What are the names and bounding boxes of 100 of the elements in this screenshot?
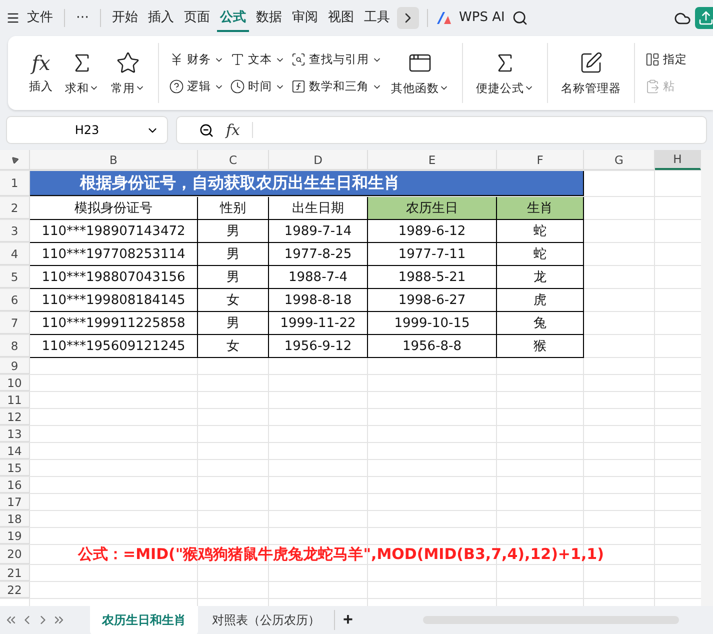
- pen-icon: [579, 50, 603, 74]
- ribbon-button[interactable]: 文本: [230, 52, 285, 67]
- ribbon-tab[interactable]: 审阅: [289, 4, 321, 32]
- ribbon-tab[interactable]: 插入: [145, 4, 177, 32]
- row-header[interactable]: 18: [0, 511, 30, 527]
- clock-icon: [230, 79, 245, 94]
- header-cell: 模拟身份证号: [30, 197, 198, 220]
- menu-icon[interactable]: [6, 11, 20, 25]
- table-cell: 虎: [497, 289, 584, 312]
- formula-input[interactable]: fx: [176, 116, 707, 144]
- row-header[interactable]: 1: [0, 171, 30, 196]
- row-header[interactable]: 12: [0, 409, 30, 425]
- scroll-right-button[interactable]: [397, 7, 419, 29]
- table-cell: 110***198807043156: [30, 266, 198, 289]
- row-header[interactable]: 3: [0, 220, 30, 242]
- column-header[interactable]: G: [584, 150, 655, 170]
- table-cell: 110***197708253114: [30, 243, 198, 266]
- table-cell: 蛇: [497, 243, 584, 266]
- table-cell: 1977-7-11: [368, 243, 497, 266]
- row-header[interactable]: 21: [0, 565, 30, 581]
- table-cell: 男: [198, 312, 269, 335]
- row-header[interactable]: 20: [0, 545, 30, 564]
- row-header[interactable]: 2: [0, 197, 30, 219]
- row-header[interactable]: 17: [0, 494, 30, 510]
- ribbon-button[interactable]: 便捷公式: [473, 48, 537, 98]
- row-header[interactable]: 11: [0, 392, 30, 408]
- header-cell: 出生日期: [269, 197, 368, 220]
- ribbon-tab[interactable]: 数据: [253, 4, 285, 32]
- row-header[interactable]: 14: [0, 443, 30, 459]
- ribbon-button[interactable]: 常用: [108, 48, 148, 98]
- ribbon-tab[interactable]: 视图: [325, 4, 357, 32]
- text-icon: [230, 52, 245, 67]
- ai-button[interactable]: WPS AI: [456, 6, 508, 30]
- select-all-icon[interactable]: [10, 154, 20, 164]
- ribbon-button[interactable]: fx 插入: [26, 50, 56, 96]
- row-header[interactable]: 13: [0, 426, 30, 442]
- ribbon-button[interactable]: 财务: [169, 52, 224, 67]
- more-menu[interactable]: ⋯: [73, 6, 92, 30]
- table-cell: 男: [198, 243, 269, 266]
- column-header[interactable]: F: [497, 150, 584, 170]
- add-sheet-button[interactable]: +: [334, 610, 361, 630]
- ribbon-button[interactable]: 查找与引用: [291, 52, 382, 67]
- table-cell: 女: [198, 289, 269, 312]
- search-icon[interactable]: [512, 10, 528, 26]
- upload-icon: [698, 10, 713, 26]
- column-header[interactable]: B: [30, 150, 198, 170]
- row-header[interactable]: 10: [0, 375, 30, 391]
- column-header[interactable]: D: [269, 150, 368, 170]
- table-cell: 110***199911225858: [30, 312, 198, 335]
- table-cell: 1956-8-8: [368, 335, 497, 358]
- function-icon: [291, 79, 306, 94]
- table-cell: 1989-6-12: [368, 220, 497, 243]
- table-cell: 蛇: [497, 220, 584, 243]
- header-cell: 性别: [198, 197, 269, 220]
- function-symbol: fx: [32, 52, 50, 72]
- ribbon-button[interactable]: 数学和三角: [291, 79, 382, 94]
- column-header[interactable]: H: [655, 150, 701, 170]
- sheet-tab[interactable]: 农历生日和生肖: [90, 606, 198, 634]
- table-cell: 1977-8-25: [269, 243, 368, 266]
- ribbon-button[interactable]: 名称管理器: [558, 48, 624, 98]
- function-symbol: fx: [226, 122, 240, 138]
- column-header[interactable]: E: [368, 150, 497, 170]
- ribbon-tab[interactable]: 工具: [361, 4, 393, 32]
- row-header[interactable]: 15: [0, 460, 30, 476]
- table-cell: 110***195609121245: [30, 335, 198, 358]
- row-header[interactable]: 22: [0, 582, 30, 598]
- row-header[interactable]: 6: [0, 289, 30, 311]
- table-cell: 1989-7-14: [269, 220, 368, 243]
- table-cell: 猴: [497, 335, 584, 358]
- table-cell: 1999-11-22: [269, 312, 368, 335]
- ribbon-tab[interactable]: 开始: [109, 4, 141, 32]
- ribbon-button[interactable]: 求和: [62, 48, 102, 98]
- row-header[interactable]: 19: [0, 528, 30, 544]
- ribbon-tab[interactable]: 页面: [181, 4, 213, 32]
- table-cell: 110***198907143472: [30, 220, 198, 243]
- question-icon: [169, 79, 184, 94]
- ribbon-button[interactable]: 逻辑: [169, 79, 224, 94]
- name-box[interactable]: H23: [6, 116, 168, 144]
- sheet-tab[interactable]: 对照表（公历农历）: [200, 606, 332, 634]
- header-cell: 农历生日: [368, 197, 497, 220]
- ribbon-button[interactable]: 其他函数: [388, 48, 452, 98]
- table-cell: 兔: [497, 312, 584, 335]
- table-cell: 1998-8-18: [269, 289, 368, 312]
- table-cell: 龙: [497, 266, 584, 289]
- row-header[interactable]: 16: [0, 477, 30, 493]
- ribbon-button[interactable]: 指定: [645, 52, 687, 67]
- ribbon-tab[interactable]: 公式: [217, 4, 249, 32]
- file-menu[interactable]: 文件: [24, 4, 56, 32]
- row-header[interactable]: 4: [0, 243, 30, 265]
- row-header[interactable]: 8: [0, 335, 30, 357]
- row-header[interactable]: 7: [0, 312, 30, 334]
- ribbon-button[interactable]: 时间: [230, 79, 285, 94]
- row-header[interactable]: 9: [0, 358, 30, 374]
- row-header[interactable]: 5: [0, 266, 30, 288]
- layout-icon: [645, 52, 660, 67]
- column-header[interactable]: C: [198, 150, 269, 170]
- zoom-out-icon: [199, 122, 214, 138]
- table-cell: 男: [198, 266, 269, 289]
- formula-note: 公式：=MID("猴鸡狗猪鼠牛虎兔龙蛇马羊",MOD(MID(B3,7,4),12)+1,1): [76, 545, 605, 564]
- ai-logo-icon: [436, 11, 452, 25]
